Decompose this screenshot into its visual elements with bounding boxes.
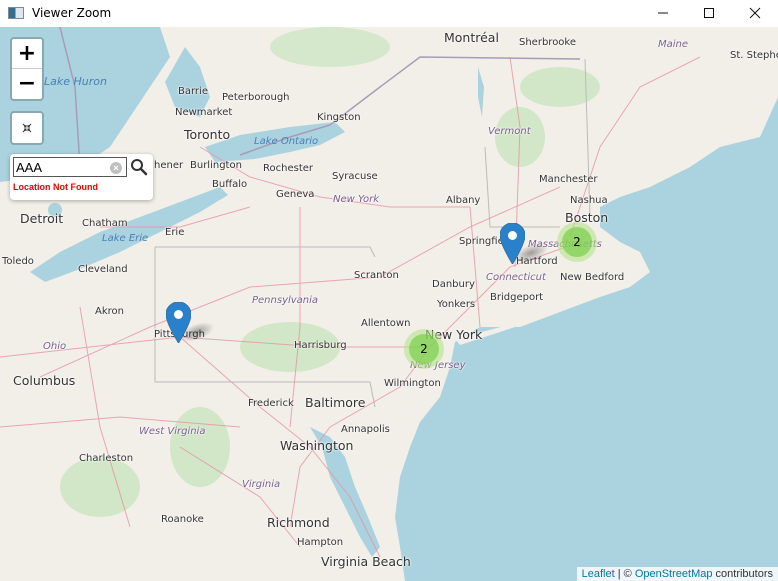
label-kitchener: hener: [154, 160, 184, 171]
label-st-stephen: St. Stephe: [730, 50, 778, 61]
cluster-count: 2: [420, 342, 428, 356]
attribution-suffix: contributors: [712, 568, 773, 580]
label-roanoke: Roanoke: [161, 514, 204, 525]
label-montreal: Montréal: [444, 30, 499, 45]
label-akron: Akron: [95, 306, 124, 317]
map-view[interactable]: Montréal Sherbrooke Maine St. Stephe Lak…: [0, 27, 778, 581]
label-vermont: Vermont: [488, 126, 531, 137]
label-frederick: Frederick: [248, 398, 294, 409]
openstreetmap-link[interactable]: OpenStreetMap: [635, 568, 713, 580]
label-virginia: Virginia: [242, 479, 281, 490]
app-icon: [8, 7, 24, 19]
label-charleston: Charleston: [79, 453, 134, 464]
label-sherbrooke: Sherbrooke: [519, 37, 577, 48]
close-icon: [749, 7, 761, 19]
label-kingston: Kingston: [317, 112, 361, 123]
marker-cluster-new-jersey[interactable]: 2: [404, 329, 444, 369]
label-hampton: Hampton: [297, 537, 344, 548]
maximize-icon: [704, 8, 714, 18]
search-icon: [131, 159, 148, 176]
label-burlington: Burlington: [190, 160, 242, 171]
label-harrisburg: Harrisburg: [294, 340, 347, 351]
label-toronto: Toronto: [184, 127, 231, 142]
label-springfield: Springfie: [459, 236, 504, 247]
clear-search-button[interactable]: ×: [110, 162, 122, 174]
label-ohio: Ohio: [43, 341, 67, 352]
label-wilmington: Wilmington: [384, 378, 441, 389]
label-peterborough: Peterborough: [222, 92, 290, 103]
label-west-virginia: West Virginia: [139, 426, 206, 437]
fit-bounds-button[interactable]: [10, 111, 44, 145]
label-toledo: Toledo: [2, 256, 34, 267]
label-nashua: Nashua: [570, 195, 608, 206]
marker-pittsburgh[interactable]: [166, 302, 191, 343]
label-bridgeport: Bridgeport: [490, 292, 544, 303]
label-new-york-state: New York: [333, 194, 380, 205]
map-tiles: [0, 27, 778, 581]
label-geneva: Geneva: [276, 189, 315, 200]
zoom-in-button[interactable]: +: [12, 39, 42, 69]
label-maine: Maine: [658, 39, 689, 50]
label-richmond: Richmond: [267, 515, 330, 530]
close-button[interactable]: [732, 0, 778, 26]
minimize-button[interactable]: [640, 0, 686, 26]
label-lake-huron: Lake Huron: [44, 75, 107, 88]
label-detroit: Detroit: [20, 211, 64, 226]
label-baltimore: Baltimore: [305, 395, 366, 410]
label-rochester: Rochester: [263, 163, 313, 174]
label-lake-ontario: Lake Ontario: [254, 136, 319, 147]
label-lake-erie: Lake Erie: [102, 233, 149, 244]
label-allentown: Allentown: [361, 318, 411, 329]
cluster-count: 2: [573, 235, 581, 249]
label-scranton: Scranton: [354, 270, 399, 281]
label-virginia-beach: Virginia Beach: [321, 554, 411, 569]
label-connecticut: Connecticut: [486, 272, 546, 283]
leaflet-link[interactable]: Leaflet: [582, 568, 615, 580]
zoom-out-button[interactable]: −: [12, 69, 42, 99]
label-albany: Albany: [446, 195, 481, 206]
collapse-icon: [22, 123, 32, 133]
search-button[interactable]: [128, 156, 150, 178]
minimize-icon: [658, 12, 668, 14]
map-attribution: Leaflet | © OpenStreetMap contributors: [576, 567, 778, 581]
marker-cluster-boston[interactable]: 2: [557, 222, 597, 262]
search-control: × Location Not Found: [10, 154, 153, 200]
label-pennsylvania: Pennsylvania: [252, 295, 319, 306]
zoom-control: + −: [10, 37, 44, 101]
label-chatham: Chatham: [82, 218, 128, 229]
label-syracuse: Syracuse: [332, 171, 378, 182]
maximize-button[interactable]: [686, 0, 732, 26]
attribution-separator: | ©: [614, 568, 635, 580]
title-bar: Viewer Zoom: [0, 0, 778, 26]
label-washington: Washington: [280, 438, 354, 453]
label-newmarket: Newmarket: [175, 107, 233, 118]
window-title: Viewer Zoom: [32, 6, 112, 20]
label-buffalo: Buffalo: [212, 179, 248, 190]
label-yonkers: Yonkers: [437, 299, 476, 310]
label-barrie: Barrie: [178, 86, 208, 97]
label-manchester: Manchester: [539, 174, 598, 185]
marker-hartford[interactable]: [500, 223, 525, 264]
label-annapolis: Annapolis: [341, 424, 390, 435]
label-new-bedford: New Bedford: [560, 272, 625, 283]
label-columbus: Columbus: [13, 373, 76, 388]
search-error-message: Location Not Found: [13, 182, 98, 192]
label-erie: Erie: [165, 227, 185, 238]
label-cleveland: Cleveland: [78, 264, 128, 275]
label-danbury: Danbury: [432, 279, 475, 290]
